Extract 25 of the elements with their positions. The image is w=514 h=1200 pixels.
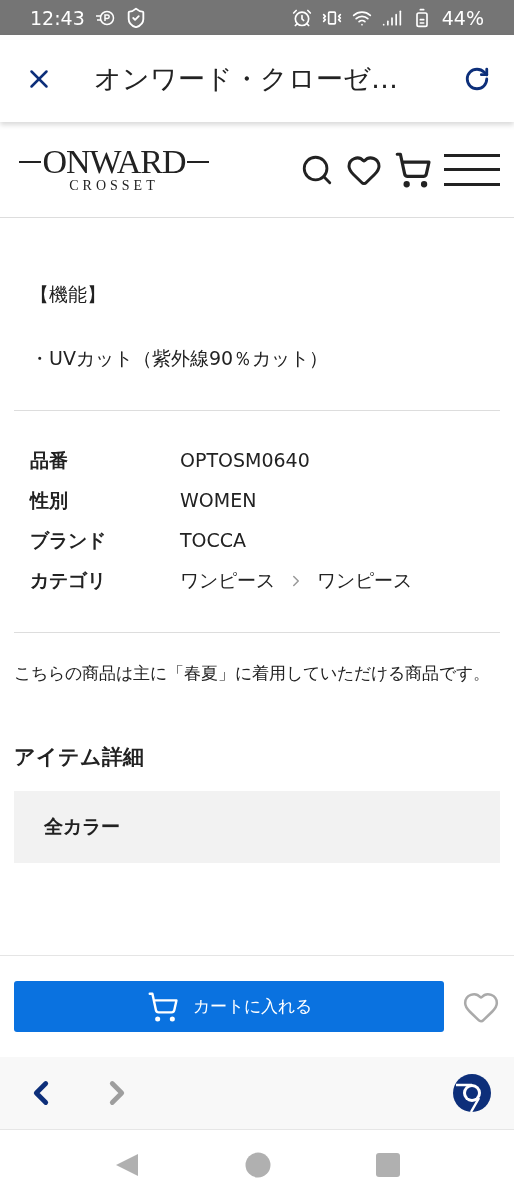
spec-value: OPTOSM0640 xyxy=(180,448,310,473)
add-to-cart-button[interactable]: カートに入れる xyxy=(14,981,444,1032)
reload-icon[interactable] xyxy=(464,65,490,92)
cart-icon[interactable] xyxy=(394,150,432,189)
page-title: オンワード・クローゼ… xyxy=(94,61,399,96)
feature-item: ・UVカット（紫外線90％カット） xyxy=(30,346,330,371)
category-link[interactable]: ワンピース xyxy=(180,567,275,594)
spec-value: WOMEN xyxy=(180,488,257,513)
category-link[interactable]: ワンピース xyxy=(317,567,412,594)
spec-label: カテゴリ xyxy=(30,568,107,593)
alarm-icon xyxy=(291,7,312,28)
spec-label: 品番 xyxy=(30,448,69,473)
status-time: 12:43 xyxy=(30,6,85,29)
parking-icon xyxy=(94,9,115,26)
spec-label: ブランド xyxy=(30,528,107,553)
section-heading: アイテム詳細 xyxy=(14,744,145,771)
spec-label: 性別 xyxy=(30,488,69,513)
spec-value: TOCCA xyxy=(180,528,247,553)
accordion-header[interactable]: 全カラー xyxy=(14,791,500,863)
browser-icon[interactable] xyxy=(452,1073,492,1113)
features-heading: 【機能】 xyxy=(30,282,107,307)
menu-icon[interactable] xyxy=(444,153,500,186)
battery-level: 44% xyxy=(441,6,484,29)
season-note: こちらの商品は主に「春夏」に着用していただける商品です。 xyxy=(14,662,491,685)
cart-icon xyxy=(146,990,179,1023)
